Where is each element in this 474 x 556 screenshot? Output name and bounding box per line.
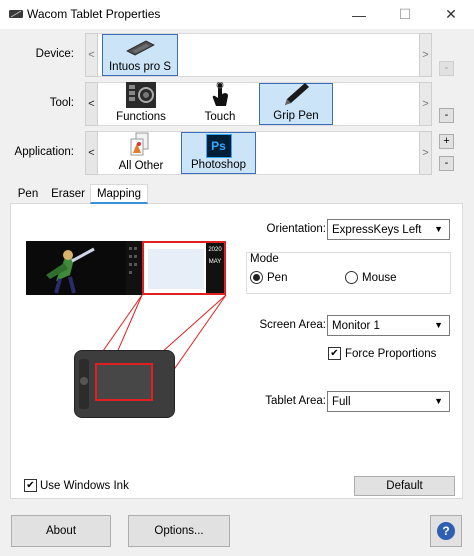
orientation-value: ExpressKeys Left [332, 223, 422, 236]
application-item-all-other[interactable]: All Other [114, 132, 168, 174]
window-title: Wacom Tablet Properties [27, 7, 161, 21]
device-label: Device: [35, 48, 74, 60]
screen-area-value: Monitor 1 [332, 319, 380, 332]
application-scroll-left[interactable]: < [85, 131, 98, 175]
touch-ring-icon [80, 377, 88, 385]
tab-mapping[interactable]: Mapping [90, 184, 148, 204]
options-button[interactable]: Options... [128, 515, 230, 547]
about-button[interactable]: About [11, 515, 111, 547]
application-item-label: All Other [118, 160, 164, 172]
force-proportions-checkbox[interactable]: ✔ [328, 347, 341, 360]
mode-mouse-option[interactable]: Mouse [345, 271, 397, 284]
remove-device-button[interactable]: - [439, 61, 454, 76]
photoshop-icon: Ps [205, 134, 232, 158]
application-item-photoshop[interactable]: Ps Photoshop [181, 132, 256, 174]
mouse-radio-label: Mouse [362, 271, 397, 284]
device-item-intuos-pro-s[interactable]: Intuos pro S [102, 34, 178, 76]
use-windows-ink-option[interactable]: ✔ Use Windows Ink [24, 479, 129, 492]
orientation-label: Orientation: [266, 223, 326, 235]
tool-scroll-left[interactable]: < [85, 82, 98, 126]
help-button[interactable]: ? [430, 515, 462, 547]
remove-application-button[interactable]: - [439, 156, 454, 171]
tablet-area-label: Tablet Area: [265, 395, 326, 407]
tablet-active-area [95, 363, 153, 401]
device-scroll-left[interactable]: < [85, 33, 98, 77]
tab-eraser[interactable]: Eraser [46, 184, 90, 204]
help-icon: ? [437, 522, 455, 540]
pen-radio[interactable] [250, 271, 263, 284]
add-application-button[interactable]: + [439, 134, 454, 149]
wacom-app-icon [8, 8, 24, 20]
functions-icon [126, 82, 156, 111]
tool-item-functions[interactable]: Functions [114, 82, 168, 125]
screen-area-label: Screen Area: [259, 319, 326, 331]
tab-pen[interactable]: Pen [10, 184, 46, 204]
screen-area-dropdown[interactable]: Monitor 1 ▼ [327, 315, 450, 336]
maximize-button[interactable]: ☐ [382, 0, 428, 29]
grip-pen-icon [281, 81, 311, 110]
default-button[interactable]: Default [354, 476, 455, 496]
application-item-label: Photoshop [191, 159, 246, 171]
tool-scroll-right[interactable]: > [419, 82, 432, 126]
application-label: Application: [14, 146, 74, 158]
tablet-illustration [74, 350, 175, 418]
tool-item-label: Touch [204, 111, 236, 123]
device-scroll-right[interactable]: > [419, 33, 432, 77]
tablet-area-value: Full [332, 395, 351, 408]
chevron-down-icon: ▼ [434, 320, 443, 330]
tablet-area-dropdown[interactable]: Full ▼ [327, 391, 450, 412]
tool-item-label: Grip Pen [273, 110, 319, 122]
all-other-apps-icon [128, 131, 154, 160]
chevron-down-icon: ▼ [434, 224, 443, 234]
tablet-device-icon [124, 39, 156, 60]
tool-label: Tool: [49, 97, 74, 109]
mode-pen-option[interactable]: Pen [250, 271, 287, 284]
tool-item-grip-pen[interactable]: Grip Pen [259, 83, 333, 125]
title-bar: Wacom Tablet Properties — ☐ ✕ [0, 0, 474, 29]
minimize-button[interactable]: — [336, 0, 382, 29]
remove-tool-button[interactable]: - [439, 108, 454, 123]
pen-radio-label: Pen [267, 271, 288, 284]
orientation-dropdown[interactable]: ExpressKeys Left ▼ [327, 219, 450, 240]
use-windows-ink-label: Use Windows Ink [40, 479, 129, 492]
mode-title: Mode [248, 253, 281, 265]
force-proportions-label: Force Proportions [345, 347, 437, 360]
close-button[interactable]: ✕ [428, 0, 474, 29]
force-proportions-option[interactable]: ✔ Force Proportions [328, 347, 436, 360]
tool-item-touch[interactable]: Touch [195, 81, 245, 125]
mouse-radio[interactable] [345, 271, 358, 284]
tool-item-label: Functions [116, 111, 166, 123]
device-item-label: Intuos pro S [108, 61, 171, 73]
application-scroll-right[interactable]: > [419, 131, 432, 175]
chevron-down-icon: ▼ [434, 396, 443, 406]
use-windows-ink-checkbox[interactable]: ✔ [24, 479, 37, 492]
touch-hand-icon [210, 81, 230, 111]
